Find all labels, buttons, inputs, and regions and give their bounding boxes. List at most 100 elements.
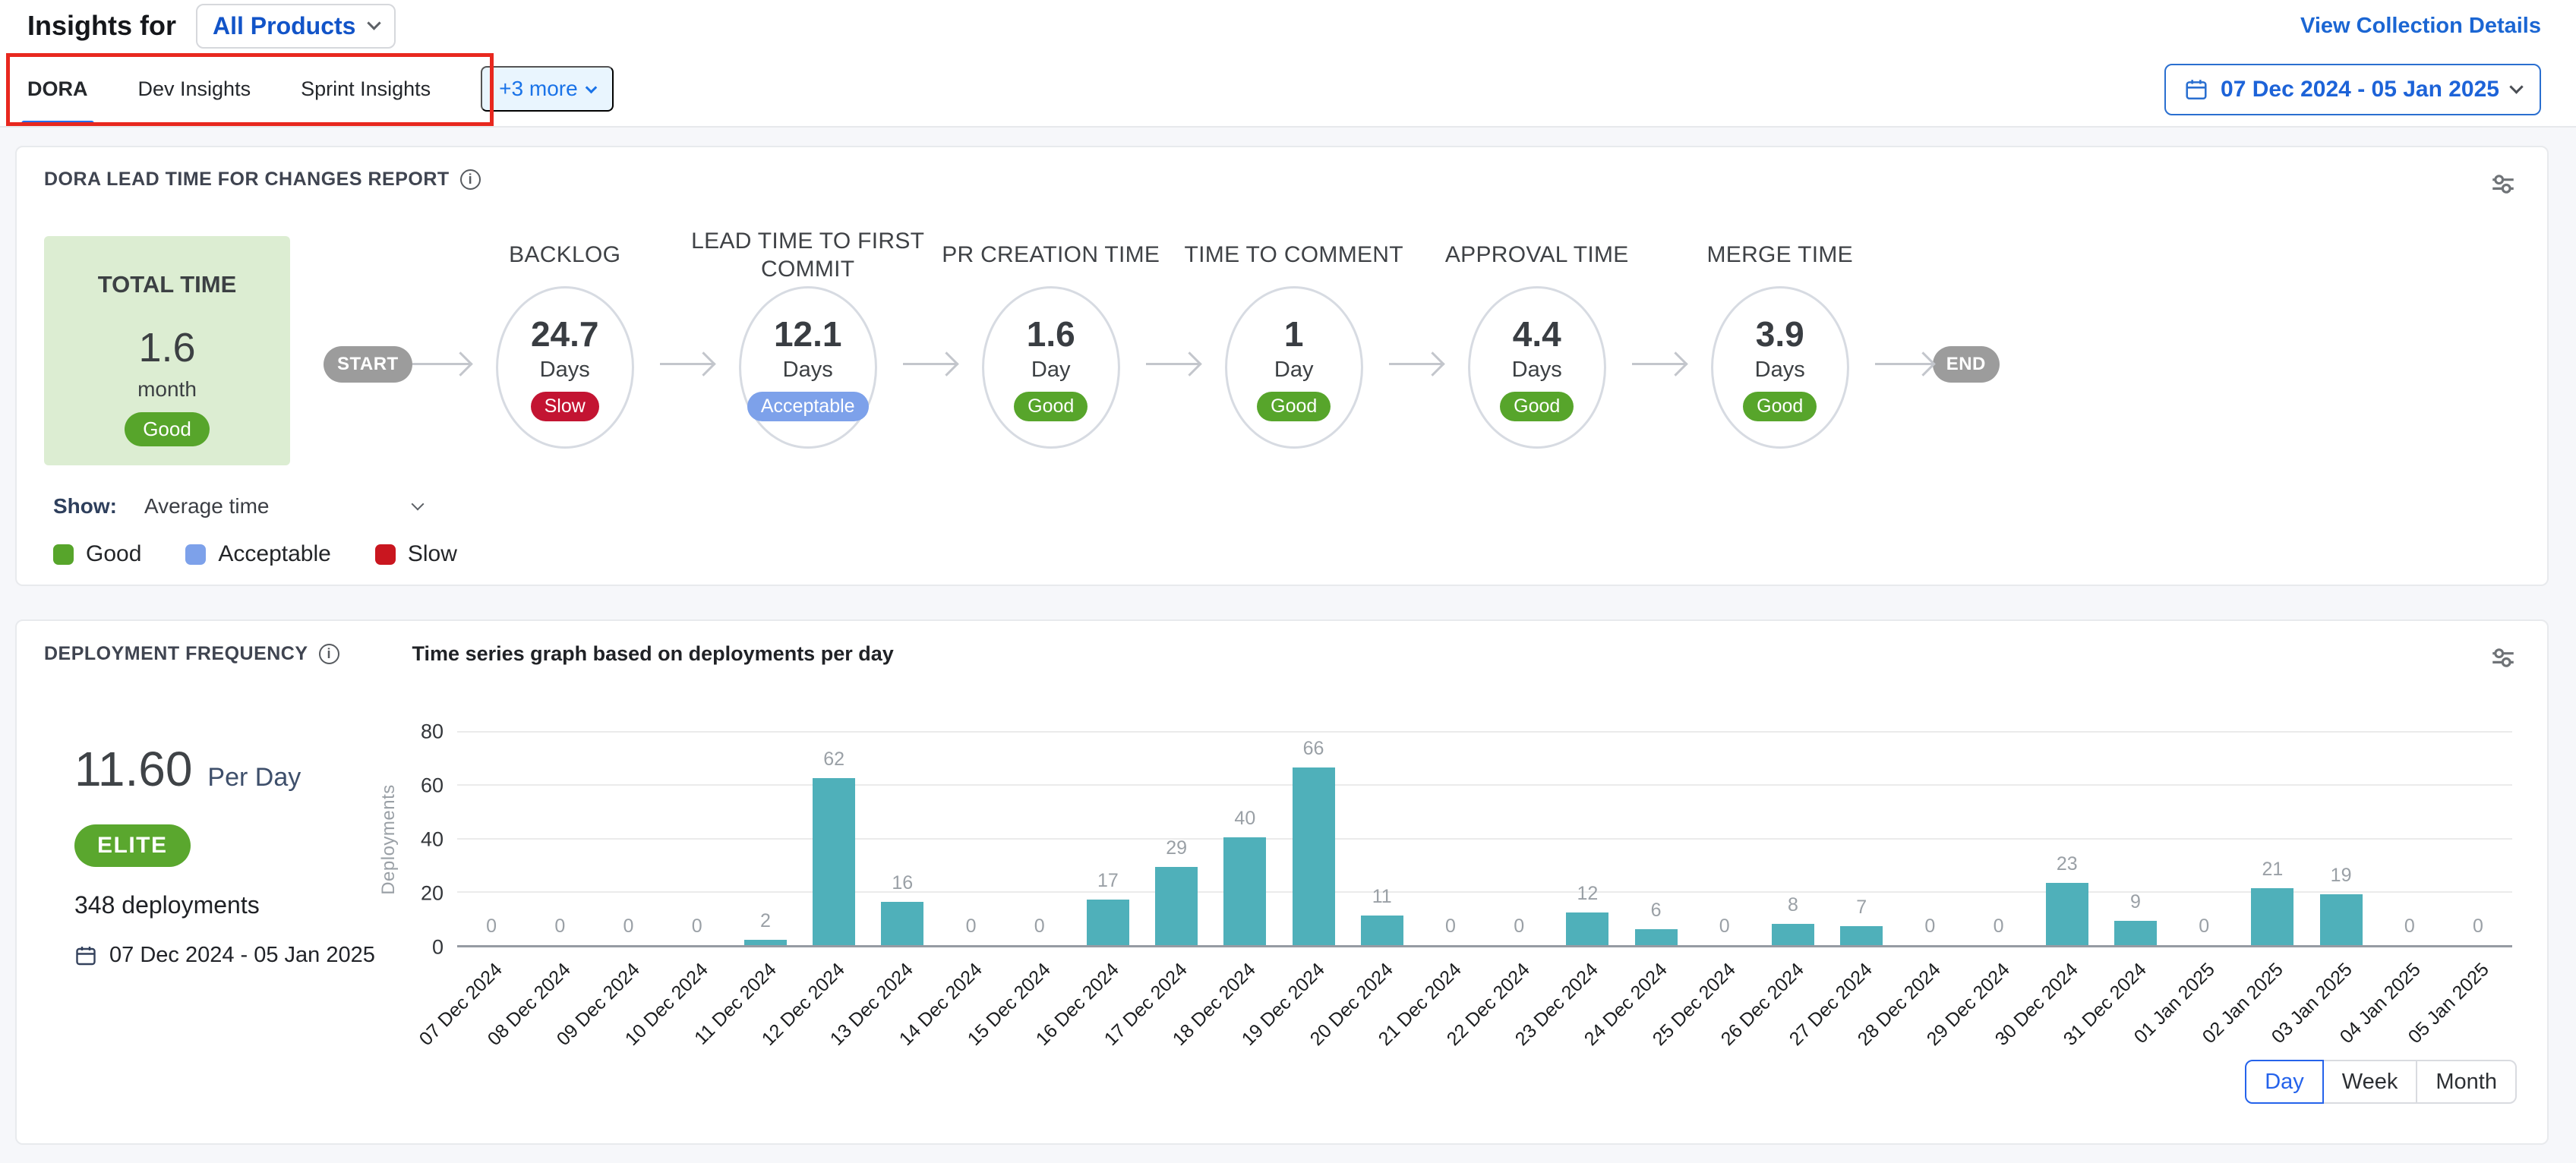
lead-time-flow-area: TOTAL TIME 1.6 month Good STARTBACKLOG24… — [17, 201, 2547, 465]
date-range-label: 07 Dec 2024 - 05 Jan 2025 — [2221, 77, 2499, 102]
bar-column: 005 Jan 2025 — [2444, 730, 2512, 945]
sliders-icon — [2489, 172, 2517, 196]
bar-value-label: 9 — [2130, 891, 2141, 913]
bar[interactable] — [881, 902, 923, 945]
y-tick-label: 20 — [421, 882, 444, 906]
stage-pr-creation-time: PR CREATION TIME1.6DayGood — [956, 230, 1146, 449]
stage-unit: Days — [1512, 358, 1562, 383]
tab-sprint-insights[interactable]: Sprint Insights — [301, 52, 431, 126]
bar-value-label: 0 — [1514, 916, 1524, 938]
stage-value: 1.6 — [1027, 314, 1075, 355]
bar[interactable] — [2251, 888, 2293, 945]
bar[interactable] — [1772, 924, 1814, 945]
product-selector[interactable]: All Products — [196, 4, 396, 49]
plot-area: 007 Dec 2024008 Dec 2024009 Dec 2024010 … — [457, 732, 2512, 947]
bar-value-label: 0 — [1994, 916, 2004, 938]
bar[interactable] — [744, 940, 787, 945]
info-icon[interactable]: i — [460, 169, 481, 190]
bar[interactable] — [2114, 921, 2157, 945]
y-tick-label: 80 — [421, 720, 444, 744]
bar-column: 4018 Dec 2024 — [1211, 730, 1279, 945]
total-time-value: 1.6 — [138, 324, 195, 371]
stage-status-badge: Slow — [531, 392, 599, 421]
stage-approval-time: APPROVAL TIME4.4DaysGood — [1442, 230, 1632, 449]
stage-name: MERGE TIME — [1655, 230, 1905, 280]
bar-value-label: 23 — [2057, 853, 2078, 875]
bar[interactable] — [1566, 912, 1608, 945]
bar[interactable] — [1293, 767, 1335, 945]
bar-value-label: 7 — [1856, 897, 1867, 919]
flow-arrow-icon — [1146, 363, 1199, 365]
bar-column: 001 Jan 2025 — [2170, 730, 2238, 945]
bar-column: 1903 Jan 2025 — [2306, 730, 2375, 945]
bar-value-label: 11 — [1372, 886, 1392, 908]
legend-item-slow: Slow — [375, 541, 457, 567]
flow-arrow-icon — [1875, 363, 1933, 365]
bar[interactable] — [2046, 883, 2088, 945]
bar-column: 008 Dec 2024 — [526, 730, 594, 945]
bar-column: 1223 Dec 2024 — [1553, 730, 1621, 945]
view-collection-details-link[interactable]: View Collection Details — [2300, 14, 2541, 39]
bar-column: 014 Dec 2024 — [936, 730, 1005, 945]
bar-column: 2917 Dec 2024 — [1142, 730, 1211, 945]
tab-dora[interactable]: DORA — [27, 52, 88, 126]
bar-value-label: 0 — [2473, 916, 2483, 938]
bar-column: 1716 Dec 2024 — [1074, 730, 1142, 945]
bar[interactable] — [1361, 916, 1403, 945]
y-axis: 020406080 — [404, 732, 457, 947]
stage-unit: Day — [1274, 358, 1314, 383]
bar-value-label: 62 — [823, 749, 844, 771]
bar-column: 1613 Dec 2024 — [868, 730, 936, 945]
bar[interactable] — [1087, 900, 1129, 945]
bar-value-label: 17 — [1097, 870, 1119, 892]
bar-value-label: 66 — [1303, 738, 1324, 760]
stage-value: 4.4 — [1513, 314, 1561, 355]
y-tick-label: 0 — [432, 936, 444, 960]
card-settings-button[interactable] — [2486, 169, 2520, 201]
bar-column: 025 Dec 2024 — [1690, 730, 1759, 945]
flow-arrow-icon — [1389, 363, 1442, 365]
bar[interactable] — [1155, 867, 1198, 945]
stage-circle: 4.4DaysGood — [1468, 286, 1606, 449]
show-metric-selector[interactable]: Show: Average time — [53, 494, 2547, 518]
bar-value-label: 0 — [1719, 916, 1730, 938]
bar-value-label: 12 — [1577, 883, 1598, 905]
bar-column: 028 Dec 2024 — [1896, 730, 1964, 945]
date-range-picker[interactable]: 07 Dec 2024 - 05 Jan 2025 — [2164, 64, 2541, 115]
tier-badge: ELITE — [74, 824, 191, 867]
legend-swatch — [53, 544, 74, 565]
bar-value-label: 0 — [966, 916, 977, 938]
lead-time-card-header: DORA LEAD TIME FOR CHANGES REPORT i — [17, 147, 2547, 201]
bar-value-label: 29 — [1166, 837, 1187, 859]
stage-value: 1 — [1284, 314, 1304, 355]
lead-time-card: DORA LEAD TIME FOR CHANGES REPORT i TOTA… — [15, 146, 2549, 586]
stage-value: 12.1 — [774, 314, 842, 355]
bar[interactable] — [813, 778, 855, 945]
bar-value-label: 0 — [692, 916, 702, 938]
title-wrap: Insights for All Products — [27, 4, 396, 49]
flow-arrow-icon — [660, 363, 713, 365]
legend-label: Acceptable — [218, 541, 330, 567]
bar[interactable] — [1635, 929, 1678, 945]
card-settings-button[interactable] — [2486, 642, 2520, 675]
bar-column: 007 Dec 2024 — [457, 730, 526, 945]
flow-start-node: START — [324, 346, 412, 383]
tab-dev-insights[interactable]: Dev Insights — [138, 52, 251, 126]
bar-column: 004 Jan 2025 — [2376, 730, 2444, 945]
more-tabs-button[interactable]: +3 more — [481, 66, 614, 112]
bar-value-label: 0 — [486, 916, 497, 938]
bar[interactable] — [1223, 837, 1266, 945]
bar[interactable] — [1840, 926, 1883, 945]
y-tick-label: 60 — [421, 774, 444, 798]
bar[interactable] — [2320, 894, 2363, 945]
bar-value-label: 16 — [892, 872, 913, 894]
stage-lead-time-to-first-commit: LEAD TIME TO FIRST COMMIT12.1DaysAccepta… — [713, 230, 903, 449]
granularity-day-button[interactable]: Day — [2245, 1060, 2324, 1104]
stage-value: 3.9 — [1756, 314, 1804, 355]
granularity-month-button[interactable]: Month — [2416, 1060, 2517, 1104]
lead-time-flow: STARTBACKLOG24.7DaysSlowLEAD TIME TO FIR… — [324, 230, 2000, 449]
stage-circle: 3.9DaysGood — [1711, 286, 1849, 449]
granularity-week-button[interactable]: Week — [2322, 1060, 2418, 1104]
total-time-card: TOTAL TIME 1.6 month Good — [44, 236, 290, 465]
info-icon[interactable]: i — [319, 644, 339, 664]
